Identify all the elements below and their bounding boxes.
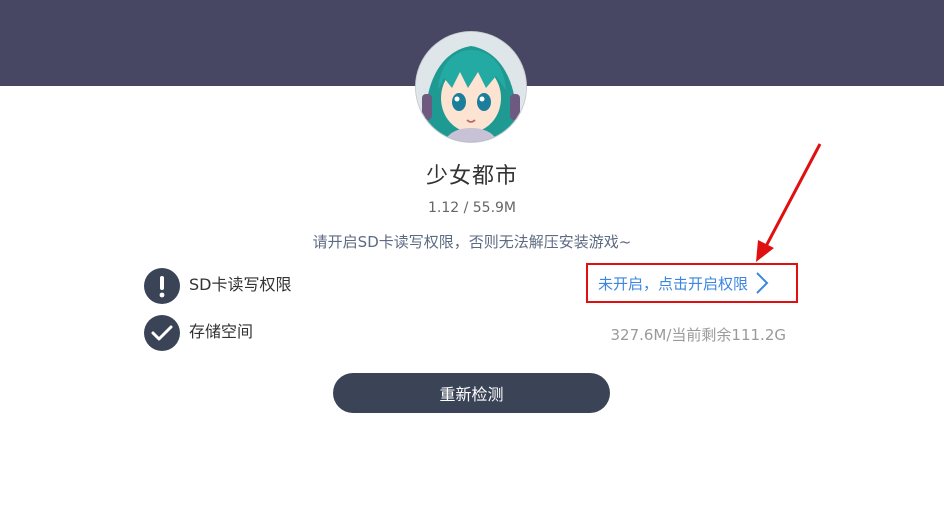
- enable-permission-link[interactable]: 未开启，点击开启权限: [586, 263, 798, 303]
- permission-hint: 请开启SD卡读写权限，否则无法解压安装游戏~: [312, 233, 632, 251]
- anime-girl-avatar-icon: [416, 32, 526, 142]
- check-icon: [144, 315, 180, 351]
- storage-label: 存储空间: [189, 322, 254, 341]
- app-version-size: 1.12 / 55.9M: [427, 200, 517, 216]
- app-avatar: [416, 32, 526, 142]
- sd-permission-label: SD卡读写权限: [189, 275, 292, 294]
- app-name: 少女都市: [425, 164, 518, 189]
- exclamation-icon: [144, 268, 180, 304]
- retest-button[interactable]: 重新检测: [333, 373, 610, 413]
- enable-permission-text: 未开启，点击开启权限: [598, 274, 749, 293]
- chevron-right-icon: [756, 272, 769, 294]
- storage-info: 327.6M/当前剩余111.2G: [610, 326, 786, 344]
